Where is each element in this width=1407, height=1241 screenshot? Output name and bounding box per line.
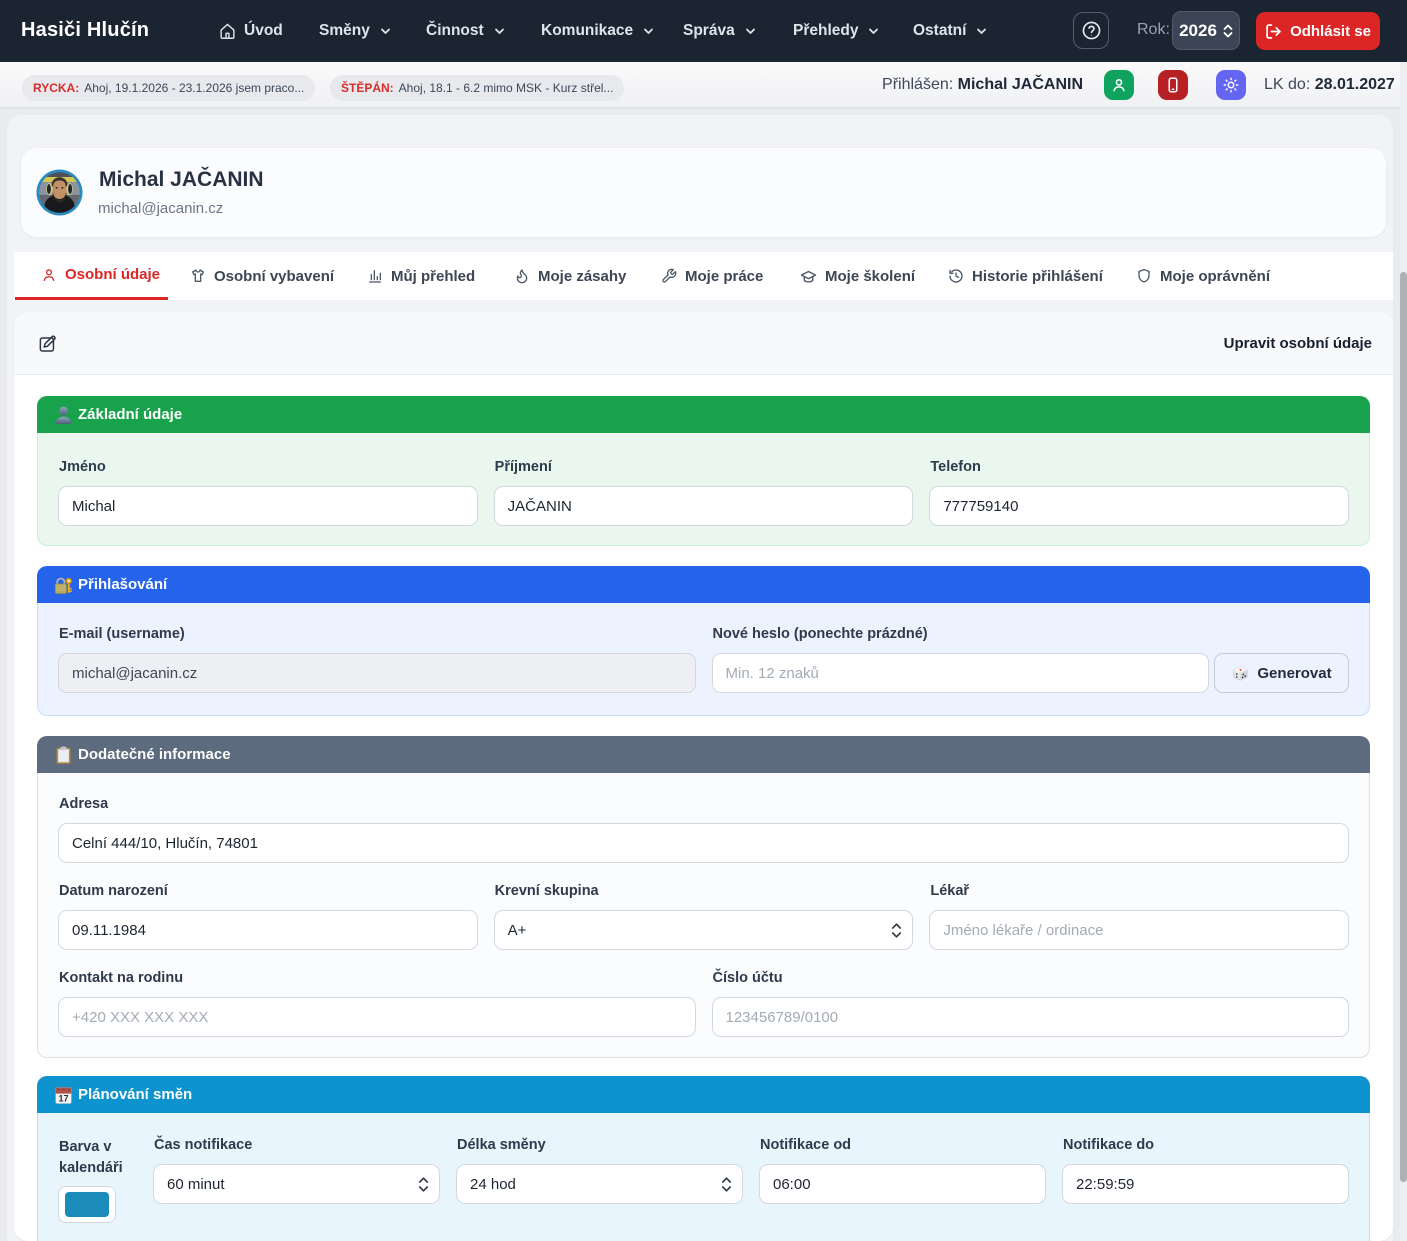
svg-text:17: 17 [58, 1093, 68, 1103]
